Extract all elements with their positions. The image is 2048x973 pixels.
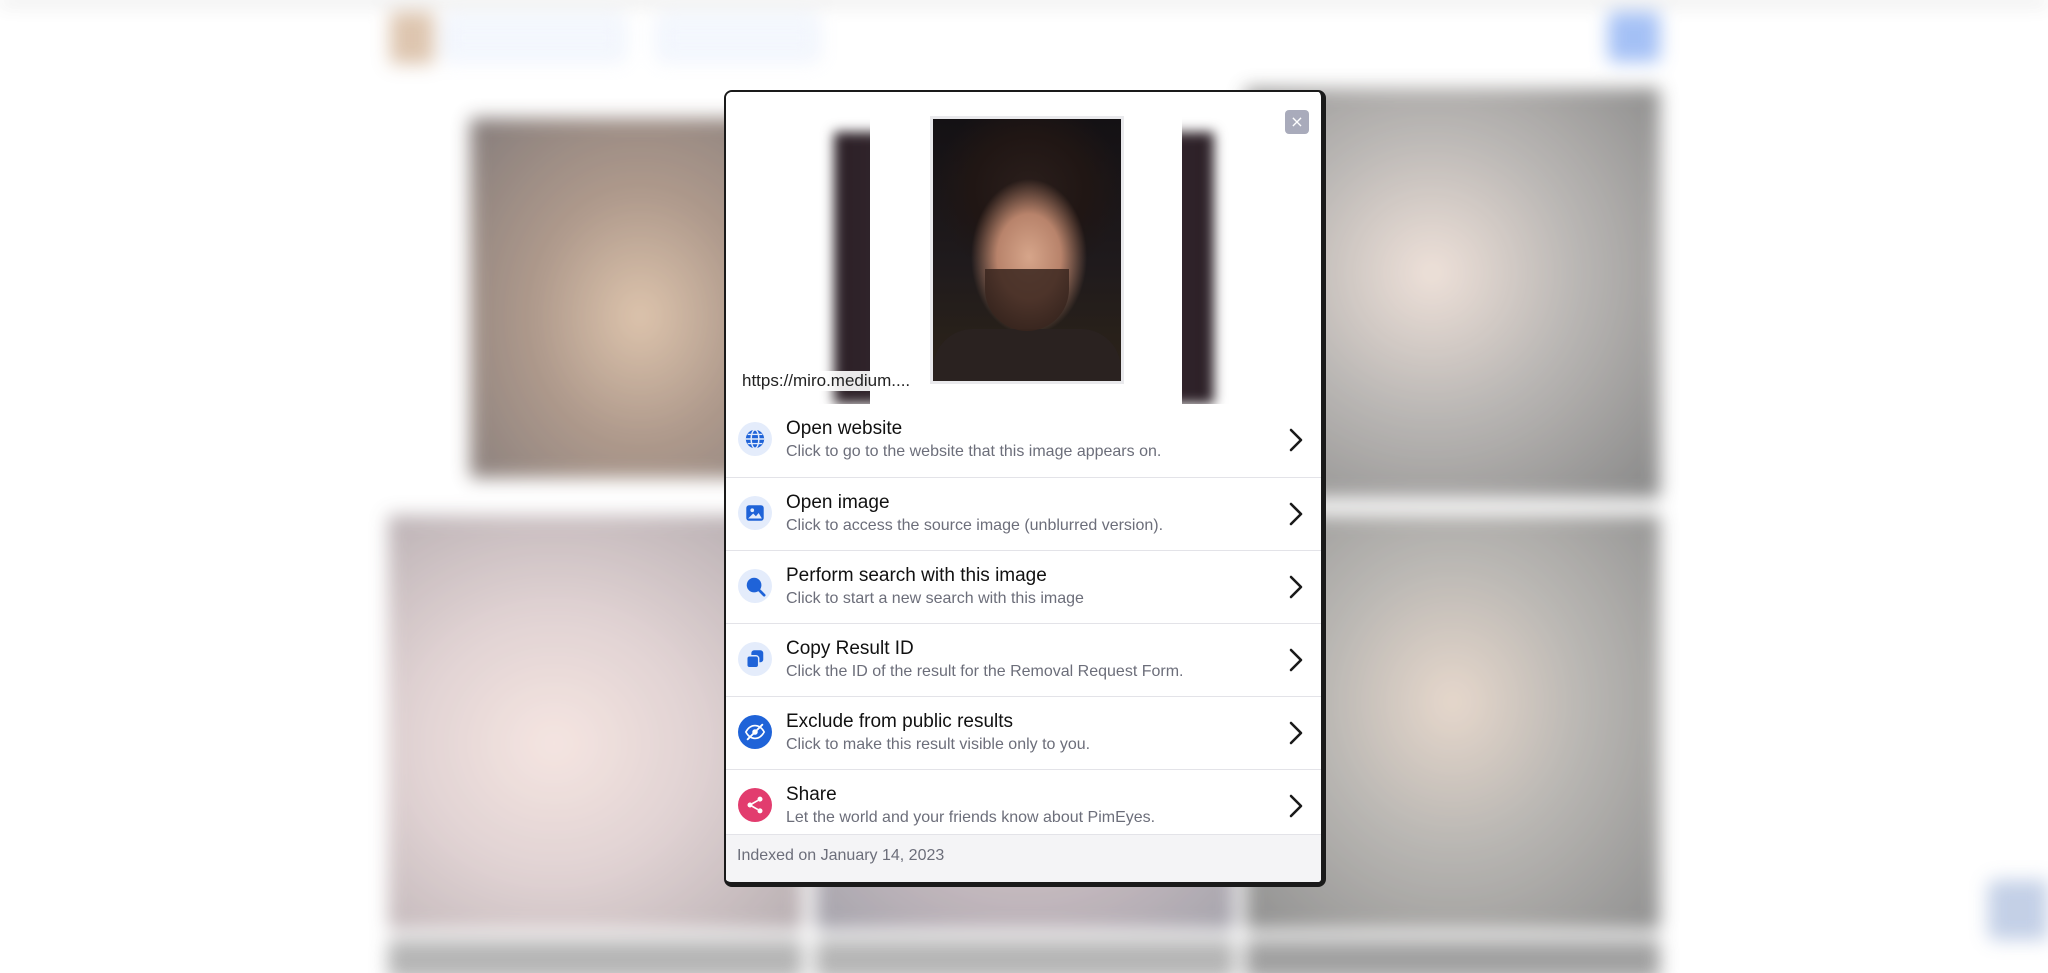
indexed-date: Indexed on January 14, 2023 xyxy=(737,847,945,864)
result-modal: https://miro.medium.... × Open website C… xyxy=(724,90,1326,887)
search-icon xyxy=(738,569,772,603)
copy-icon xyxy=(738,642,772,676)
action-title: Share xyxy=(786,784,837,805)
open-website-action[interactable]: Open website Click to go to the website … xyxy=(726,404,1321,477)
open-image-action[interactable]: Open image Click to access the source im… xyxy=(726,477,1321,550)
photo-beard xyxy=(985,269,1069,331)
action-description: Click to access the source image (unblur… xyxy=(786,517,1164,534)
result-preview: https://miro.medium.... × xyxy=(726,92,1321,404)
action-description: Let the world and your friends know abou… xyxy=(786,809,1156,826)
chevron-right-icon xyxy=(1289,648,1303,672)
chevron-right-icon xyxy=(1289,575,1303,599)
exclude-from-public-action[interactable]: Exclude from public results Click to mak… xyxy=(726,696,1321,769)
action-title: Perform search with this image xyxy=(786,565,1047,586)
action-title: Exclude from public results xyxy=(786,711,1014,732)
globe-icon xyxy=(738,422,772,456)
copy-result-id-action[interactable]: Copy Result ID Click the ID of the resul… xyxy=(726,623,1321,696)
share-icon xyxy=(738,788,772,822)
share-action[interactable]: Share Let the world and your friends kno… xyxy=(726,769,1321,842)
result-photo[interactable] xyxy=(930,116,1124,384)
image-icon xyxy=(738,496,772,530)
eye-off-icon xyxy=(738,715,772,749)
perform-search-action[interactable]: Perform search with this image Click to … xyxy=(726,550,1321,623)
action-title: Copy Result ID xyxy=(786,638,914,659)
action-list: Open website Click to go to the website … xyxy=(726,404,1321,842)
chevron-right-icon xyxy=(1289,502,1303,526)
close-button[interactable]: × xyxy=(1285,110,1309,134)
chevron-right-icon xyxy=(1289,721,1303,745)
action-description: Click to make this result visible only t… xyxy=(786,736,1091,753)
modal-footer: Indexed on January 14, 2023 xyxy=(726,834,1321,882)
action-description: Click the ID of the result for the Remov… xyxy=(786,663,1184,680)
chevron-right-icon xyxy=(1289,794,1303,818)
action-title: Open image xyxy=(786,492,890,513)
action-title: Open website xyxy=(786,418,903,439)
source-url: https://miro.medium.... xyxy=(740,371,913,391)
action-description: Click to start a new search with this im… xyxy=(786,590,1084,607)
action-description: Click to go to the website that this ima… xyxy=(786,443,1162,460)
photo-shoulder xyxy=(933,329,1121,381)
chevron-right-icon xyxy=(1289,428,1303,452)
